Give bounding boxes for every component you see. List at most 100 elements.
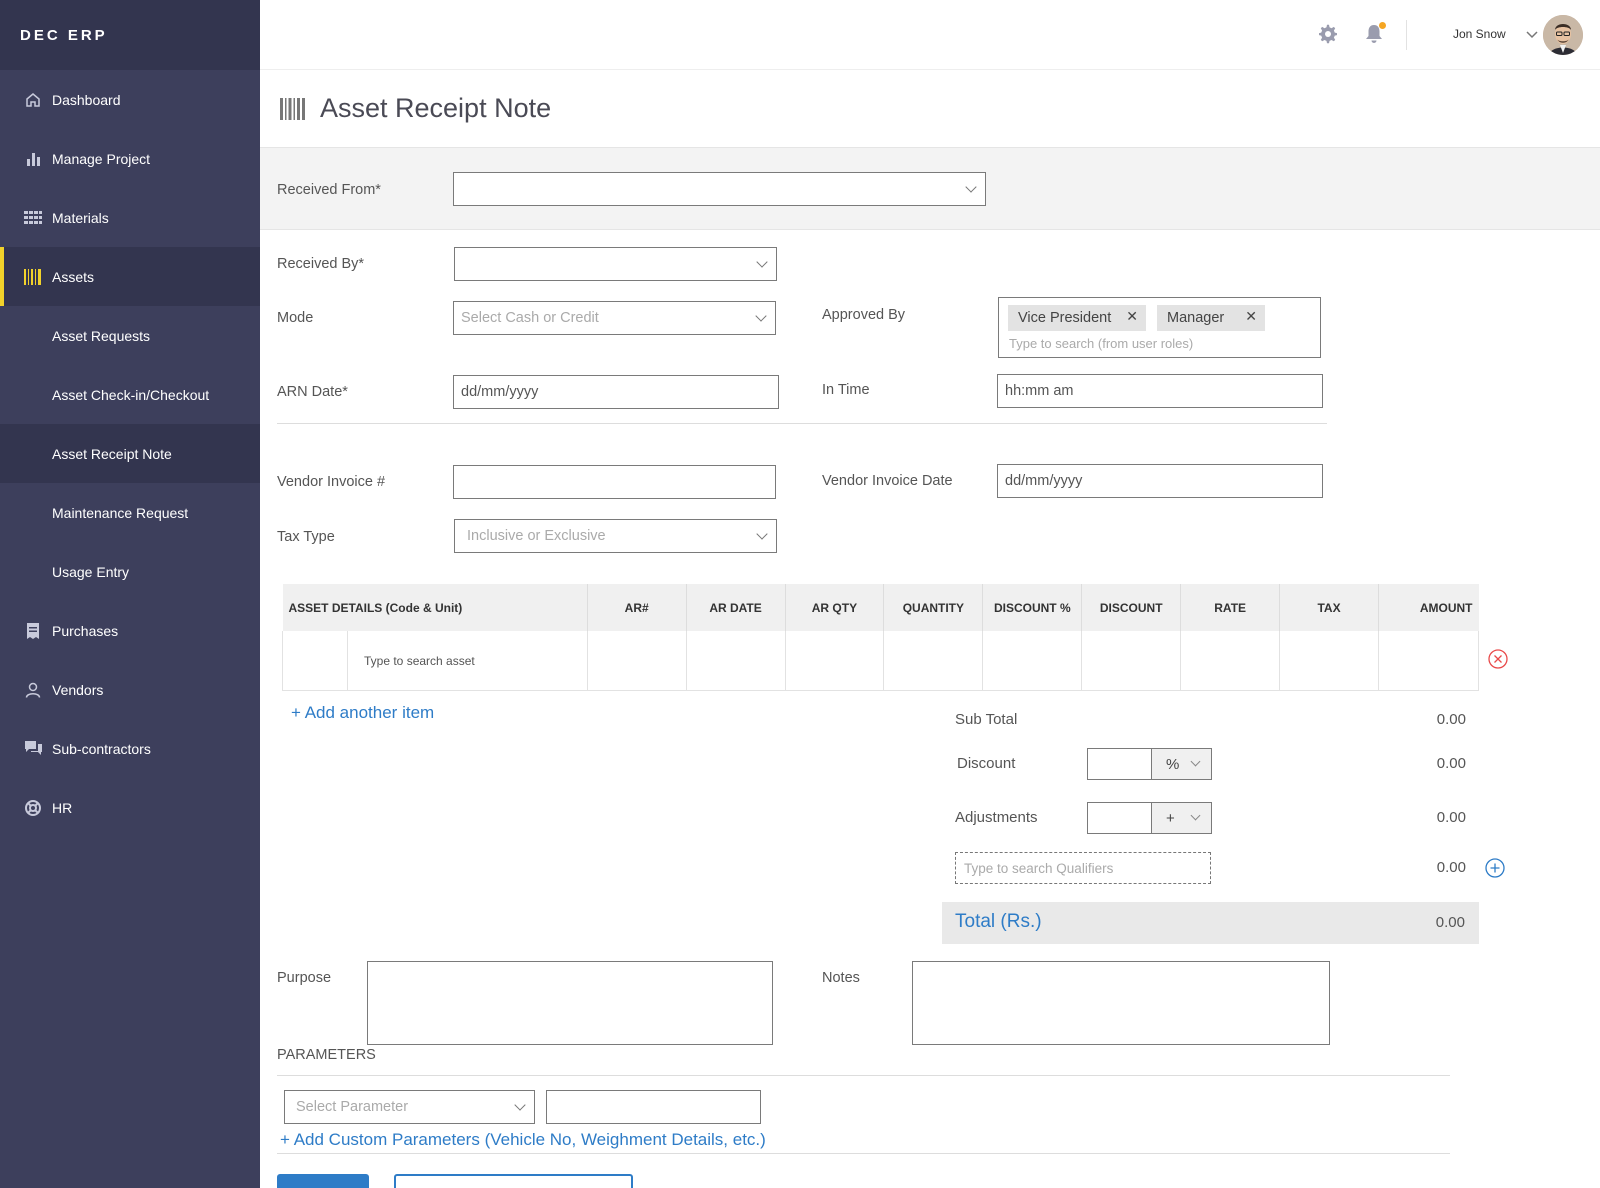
gear-icon[interactable]	[1318, 24, 1340, 46]
sidebar-item-label: Sub-contractors	[52, 740, 151, 757]
table-header-row: ASSET DETAILS (Code & Unit) AR# AR DATE …	[282, 584, 1479, 631]
sidebar-item-asset-receipt-note[interactable]: Asset Receipt Note	[0, 424, 260, 483]
approved-by-placeholder: Type to search (from user roles)	[1009, 336, 1194, 351]
sidebar-item-manage-project[interactable]: Manage Project	[0, 129, 260, 188]
remove-row-icon[interactable]	[1488, 649, 1508, 669]
adjustments-input[interactable]	[1087, 802, 1152, 834]
vendor-invoice-input[interactable]	[453, 465, 776, 499]
mode-label: Mode	[277, 310, 314, 326]
column-header: AMOUNT	[1378, 584, 1479, 631]
mode-select[interactable]: Select Cash or Credit	[453, 301, 776, 335]
notes-textarea[interactable]	[912, 961, 1330, 1045]
purpose-textarea[interactable]	[367, 961, 773, 1045]
sidebar-item-assets[interactable]: Assets	[0, 247, 260, 306]
sidebar-item-hr[interactable]: HR	[0, 778, 260, 837]
sidebar-item-materials[interactable]: Materials	[0, 188, 260, 247]
column-header: DISCOUNT %	[982, 584, 1083, 631]
page-title: Asset Receipt Note	[320, 93, 552, 123]
tax-type-label: Tax Type	[277, 529, 335, 545]
save-button[interactable]: Save	[277, 1174, 369, 1188]
parameters-divider	[277, 1075, 1450, 1076]
sidebar-item-asset-requests[interactable]: Asset Requests	[0, 306, 260, 365]
total-label: Total (Rs.)	[955, 911, 1042, 932]
home-icon	[24, 91, 42, 109]
sidebar-item-dashboard[interactable]: Dashboard	[0, 70, 260, 129]
tag-label: Vice President	[1018, 310, 1112, 326]
discount-percent-cell[interactable]	[982, 631, 1083, 691]
approved-by-input[interactable]: Vice President ✕ Manager ✕ Type to searc…	[998, 297, 1321, 358]
sidebar-item-vendors[interactable]: Vendors	[0, 660, 260, 719]
table-row: Type to search asset	[282, 631, 1480, 691]
add-qualifier-icon[interactable]	[1485, 858, 1505, 878]
ar-number-cell[interactable]	[586, 631, 687, 691]
sidebar-item-label: Asset Requests	[52, 327, 151, 344]
adjustments-sign-select[interactable]: +	[1152, 802, 1212, 834]
column-header: ASSET DETAILS (Code & Unit)	[282, 584, 588, 631]
quantity-cell[interactable]	[883, 631, 984, 691]
column-header: RATE	[1180, 584, 1281, 631]
vendor-invoice-date-label: Vendor Invoice Date	[822, 473, 953, 489]
barcode-icon	[280, 96, 306, 122]
received-from-select[interactable]	[453, 172, 986, 206]
chat-icon	[24, 740, 42, 758]
parameter-value-input[interactable]	[546, 1090, 761, 1124]
in-time-label: In Time	[822, 382, 870, 398]
sidebar-item-usage-entry[interactable]: Usage Entry	[0, 542, 260, 601]
discount-input[interactable]	[1087, 748, 1152, 780]
discount-unit-select[interactable]: %	[1152, 748, 1212, 780]
page-header: Asset Receipt Note	[260, 70, 1600, 147]
sidebar-item-label: HR	[52, 799, 73, 816]
close-icon[interactable]: ✕	[1126, 308, 1138, 325]
amount-cell[interactable]	[1377, 631, 1480, 691]
chevron-down-icon[interactable]	[1525, 28, 1539, 42]
asset-cell[interactable]: Type to search asset	[282, 631, 588, 691]
arn-date-input[interactable]: dd/mm/yyyy	[453, 375, 779, 409]
sidebar-item-label: Assets	[52, 268, 95, 285]
close-icon[interactable]: ✕	[1245, 308, 1257, 325]
asset-items-table: ASSET DETAILS (Code & Unit) AR# AR DATE …	[282, 584, 1480, 691]
sub-total-label: Sub Total	[955, 711, 1018, 728]
discount-label: Discount	[957, 755, 1016, 772]
vendor-invoice-label: Vendor Invoice #	[277, 474, 386, 490]
sidebar-item-label: Maintenance Request	[52, 504, 189, 521]
qualifier-search-input[interactable]: Type to search Qualifiers	[955, 852, 1211, 884]
received-by-select[interactable]	[454, 247, 777, 281]
notes-label: Notes	[822, 970, 860, 986]
tax-cell[interactable]	[1279, 631, 1379, 691]
ar-qty-cell[interactable]	[784, 631, 885, 691]
sidebar-item-sub-contractors[interactable]: Sub-contractors	[0, 719, 260, 778]
sidebar-item-label: Asset Receipt Note	[52, 445, 172, 462]
rate-cell[interactable]	[1180, 631, 1281, 691]
add-item-link[interactable]: + Add another item	[291, 703, 434, 723]
sub-total-value: 0.00	[1436, 711, 1466, 728]
sidebar-item-asset-checkin-checkout[interactable]: Asset Check-in/Checkout	[0, 365, 260, 424]
bar-chart-icon	[24, 150, 42, 168]
column-header: DISCOUNT	[1081, 584, 1182, 631]
parameter-select[interactable]: Select Parameter	[284, 1090, 535, 1124]
column-header: AR#	[587, 584, 687, 631]
add-custom-parameters-link[interactable]: + Add Custom Parameters (Vehicle No, Wei…	[280, 1130, 766, 1150]
discount-cell[interactable]	[1081, 631, 1182, 691]
column-header: AR QTY	[785, 584, 885, 631]
user-name[interactable]: Jon Snow	[1453, 27, 1506, 41]
approved-by-label: Approved By	[822, 307, 906, 323]
received-from-label: Received From*	[277, 182, 381, 198]
bell-icon[interactable]	[1365, 22, 1387, 46]
arn-date-label: ARN Date*	[277, 384, 348, 400]
ar-date-cell[interactable]	[685, 631, 786, 691]
sidebar-item-purchases[interactable]: Purchases	[0, 601, 260, 660]
in-time-input[interactable]: hh:mm am	[997, 374, 1323, 408]
sidebar-item-label: Purchases	[52, 622, 119, 639]
sidebar-item-label: Asset Check-in/Checkout	[52, 386, 210, 403]
tax-type-select[interactable]: Inclusive or Exclusive	[454, 519, 777, 553]
sidebar: DEC ERP Dashboard Manage Project Materia…	[0, 0, 260, 1188]
lifebuoy-icon	[24, 799, 42, 817]
save-and-print-button[interactable]: Save & Print Receipt	[394, 1174, 633, 1188]
sidebar-item-label: Dashboard	[52, 91, 121, 108]
avatar[interactable]	[1543, 15, 1583, 55]
asset-search-input[interactable]: Type to search asset	[348, 631, 475, 690]
sidebar-item-maintenance-request[interactable]: Maintenance Request	[0, 483, 260, 542]
brand-logo: DEC ERP	[0, 0, 260, 70]
vendor-invoice-date-input[interactable]: dd/mm/yyyy	[997, 464, 1323, 498]
total-value: 0.00	[1435, 914, 1465, 931]
